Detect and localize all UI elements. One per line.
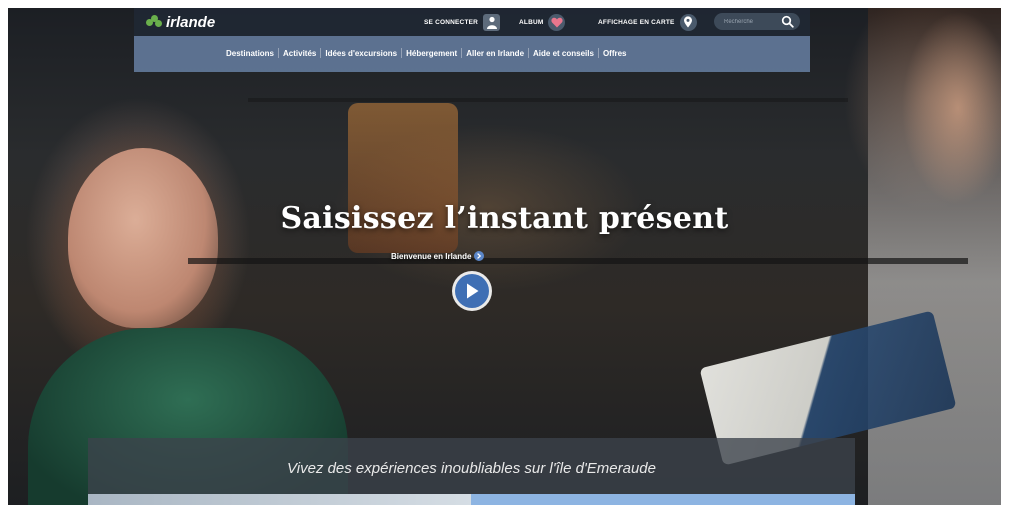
map-view-label: AFFICHAGE EN CARTE xyxy=(598,18,675,26)
play-icon xyxy=(455,274,489,308)
nav-item-destinations[interactable]: Destinations xyxy=(222,49,278,58)
nav-item-hebergement[interactable]: Hébergement xyxy=(402,49,461,58)
nav-item-activites[interactable]: Activités xyxy=(279,49,320,58)
hero-title: Saisissez l’instant présent xyxy=(280,201,729,236)
signin-label: SE CONNECTER xyxy=(424,18,479,26)
album-label: ALBUM xyxy=(519,18,544,26)
top-bar: irlande SE CONNECTER ALBUM AFFICHAGE EN … xyxy=(134,8,810,36)
welcome-link-label: Bienvenue en Irlande xyxy=(391,251,472,261)
main-navigation: Destinations Activités Idées d'excursion… xyxy=(134,36,810,72)
background-shelf xyxy=(188,258,968,264)
signin-button[interactable]: SE CONNECTER xyxy=(424,13,501,31)
search-box xyxy=(714,13,800,30)
search-input[interactable] xyxy=(722,15,776,29)
content-teaser-right[interactable] xyxy=(471,494,855,505)
chevron-right-icon xyxy=(474,251,485,261)
nav-item-idees-excursions[interactable]: Idées d'excursions xyxy=(321,49,401,58)
background-shelf xyxy=(248,98,848,102)
heart-icon xyxy=(548,13,566,31)
album-button[interactable]: ALBUM xyxy=(519,13,566,31)
user-icon xyxy=(483,13,501,31)
hero-viewport: irlande SE CONNECTER ALBUM AFFICHAGE EN … xyxy=(8,8,1001,505)
search-icon[interactable] xyxy=(781,15,794,28)
site-header: irlande SE CONNECTER ALBUM AFFICHAGE EN … xyxy=(134,8,810,72)
nav-item-aller-en-irlande[interactable]: Aller en Irlande xyxy=(462,49,528,58)
brand-name: irlande xyxy=(166,13,216,31)
shamrock-icon xyxy=(146,15,162,29)
nav-item-aide-conseils[interactable]: Aide et conseils xyxy=(529,49,598,58)
play-video-button[interactable] xyxy=(452,271,492,311)
map-pin-icon xyxy=(679,13,697,31)
tagline-banner: Vivez des expériences inoubliables sur l… xyxy=(88,438,855,494)
background-photo-woman-face xyxy=(68,148,218,328)
nav-list: Destinations Activités Idées d'excursion… xyxy=(222,48,631,58)
nav-item-offres[interactable]: Offres xyxy=(599,49,631,58)
site-logo[interactable]: irlande xyxy=(146,13,215,31)
welcome-link[interactable]: Bienvenue en Irlande xyxy=(391,249,485,263)
map-view-button[interactable]: AFFICHAGE EN CARTE xyxy=(598,13,697,31)
background-photo-man xyxy=(868,8,1001,505)
content-teaser-left[interactable] xyxy=(88,494,471,505)
tagline-text: Vivez des expériences inoubliables sur l… xyxy=(287,460,656,477)
